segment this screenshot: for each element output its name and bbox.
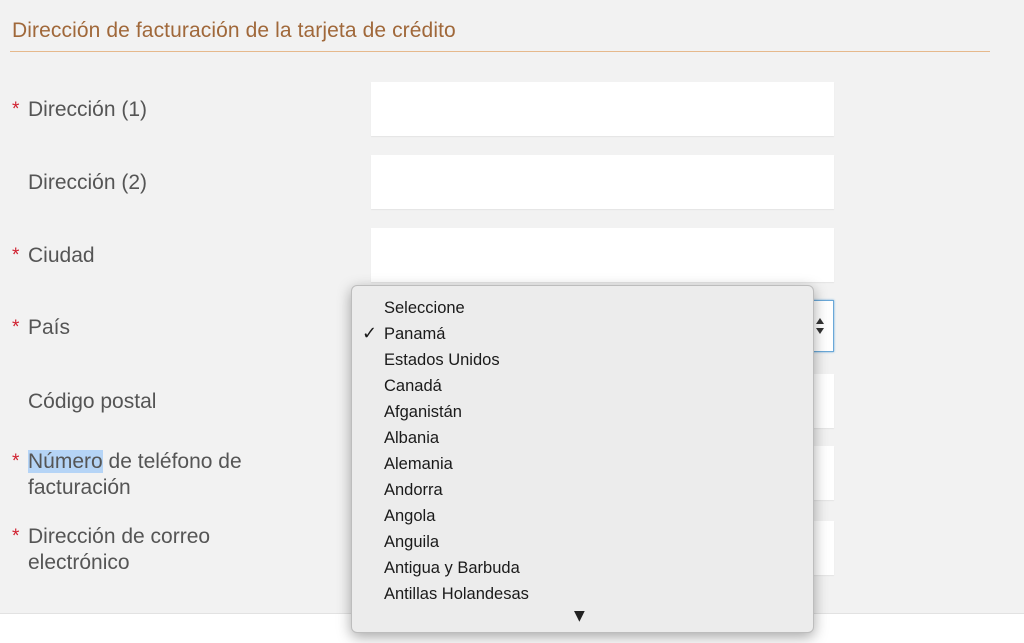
city-input[interactable] xyxy=(371,228,834,282)
scroll-down-arrow-icon[interactable]: ▼ xyxy=(574,608,585,624)
country-option[interactable]: Afganistán xyxy=(352,399,813,425)
postal-code-label: Código postal xyxy=(12,389,156,415)
country-option[interactable]: Canadá xyxy=(352,373,813,399)
select-stepper-icon xyxy=(816,318,824,334)
country-label-text: País xyxy=(28,316,71,339)
phone-label-highlighted-text: Número xyxy=(28,450,103,473)
country-option[interactable]: Alemania xyxy=(352,451,813,477)
country-option[interactable]: Antillas Holandesas xyxy=(352,581,813,607)
required-asterisk: * xyxy=(12,526,20,547)
required-asterisk: * xyxy=(12,451,20,472)
address2-label-text: Dirección (2) xyxy=(28,171,148,194)
required-asterisk: * xyxy=(12,99,20,120)
address2-input[interactable] xyxy=(371,155,834,209)
country-option[interactable]: Angola xyxy=(352,503,813,529)
country-option[interactable]: Seleccione xyxy=(352,295,813,321)
address1-label-text: Dirección (1) xyxy=(28,98,148,121)
section-title: Dirección de facturación de la tarjeta d… xyxy=(12,19,456,42)
country-option[interactable]: Albania xyxy=(352,425,813,451)
required-asterisk: * xyxy=(12,245,20,266)
section-divider xyxy=(10,51,990,52)
phone-label-line2: facturación xyxy=(28,476,131,499)
country-dropdown-menu[interactable]: Seleccione ✓ Panamá Estados Unidos Canadá Afg… xyxy=(351,285,814,633)
country-option[interactable]: Antigua y Barbuda xyxy=(352,555,813,581)
email-label: * Dirección de correo electrónico xyxy=(12,524,210,576)
postal-code-label-text: Código postal xyxy=(28,390,157,413)
address2-label: Dirección (2) xyxy=(12,170,147,196)
address1-label: * Dirección (1) xyxy=(12,97,147,123)
address1-input[interactable] xyxy=(371,82,834,136)
phone-label: * Número de teléfono de facturación xyxy=(12,449,242,501)
email-label-line1: Dirección de correo xyxy=(28,525,211,548)
country-option[interactable]: ✓ Panamá xyxy=(352,321,813,347)
required-asterisk: * xyxy=(12,317,20,338)
city-label: * Ciudad xyxy=(12,243,95,269)
checkmark-icon: ✓ xyxy=(362,323,378,344)
city-label-text: Ciudad xyxy=(28,244,95,267)
country-options-list: Seleccione ✓ Panamá Estados Unidos Canadá Afg… xyxy=(352,286,813,607)
country-label: * País xyxy=(12,315,70,341)
phone-label-text: de teléfono de xyxy=(102,450,242,473)
country-option[interactable]: Andorra xyxy=(352,477,813,503)
country-option[interactable]: Estados Unidos xyxy=(352,347,813,373)
email-label-line2: electrónico xyxy=(28,551,130,574)
country-option[interactable]: Anguila xyxy=(352,529,813,555)
country-option-label: Panamá xyxy=(384,325,446,343)
